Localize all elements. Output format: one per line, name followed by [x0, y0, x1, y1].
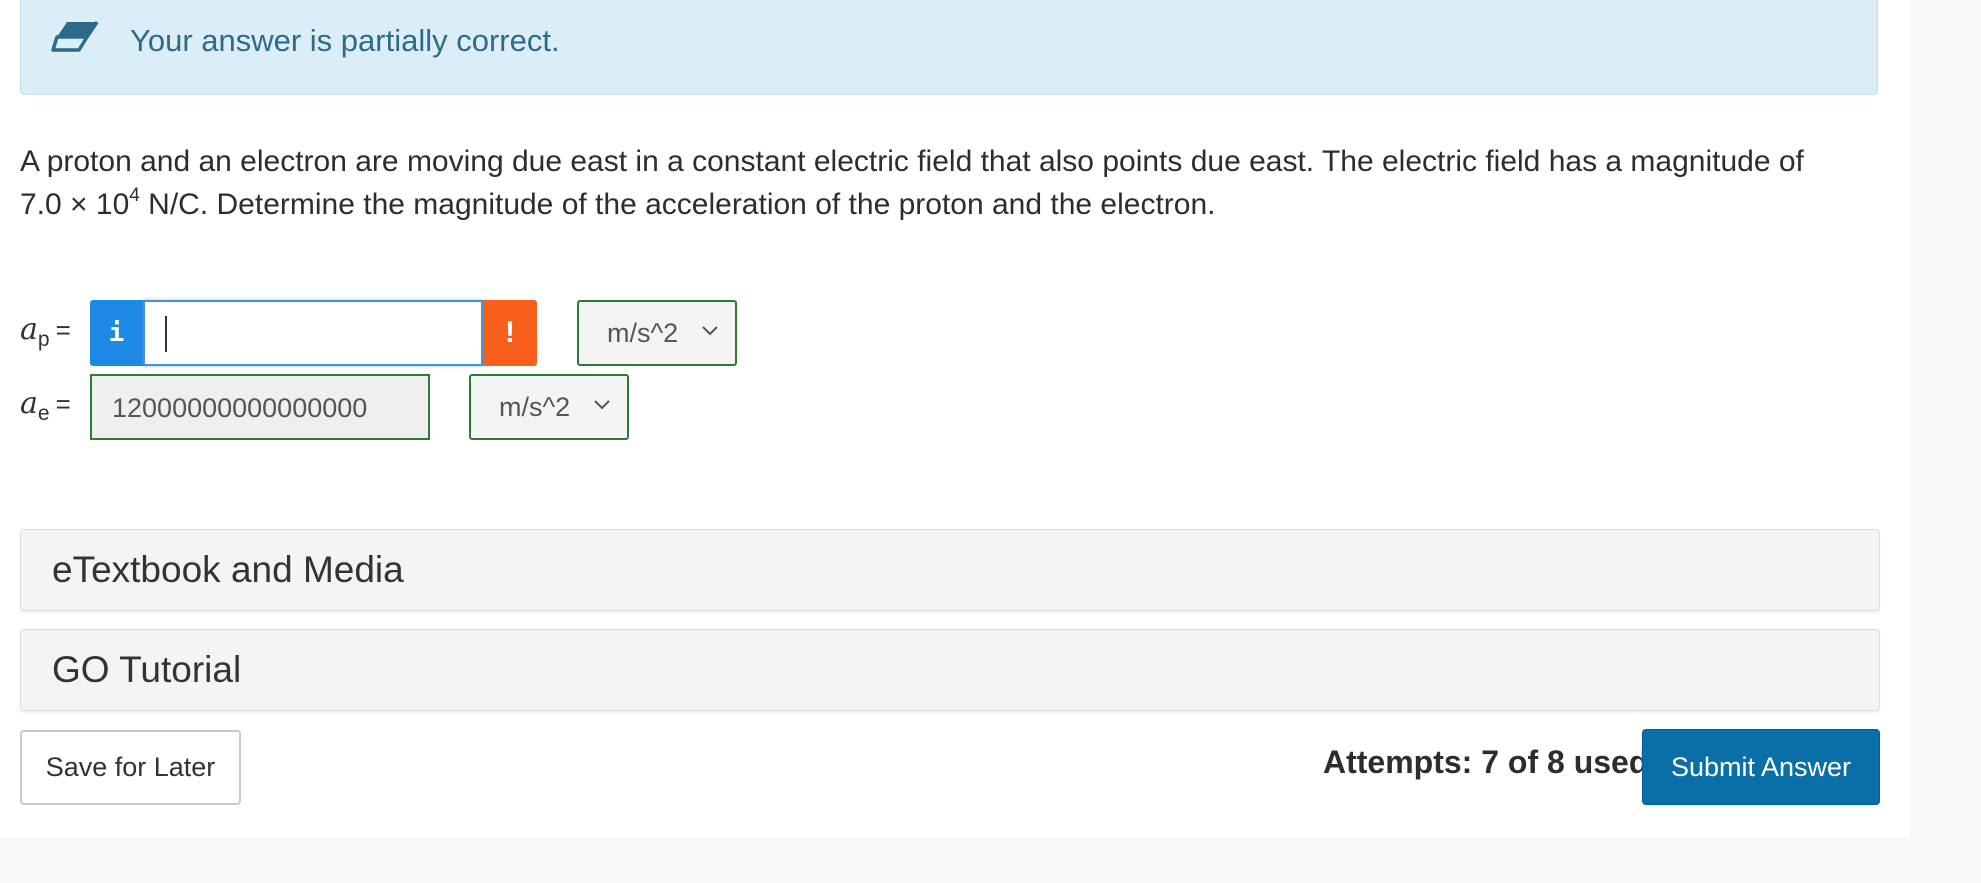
electron-unit-select[interactable]: m/s^2: [469, 374, 629, 440]
feedback-alert: Your answer is partially correct.: [20, 0, 1878, 95]
proton-var: a: [20, 312, 38, 347]
warning-button[interactable]: !: [483, 300, 537, 366]
electron-label: ae =: [20, 386, 71, 426]
proton-equals: =: [55, 315, 71, 345]
proton-sub: p: [37, 328, 50, 351]
info-button[interactable]: i: [90, 300, 143, 366]
electron-var: a: [20, 386, 38, 421]
go-tutorial-label: GO Tutorial: [52, 649, 242, 690]
etextbook-section[interactable]: eTextbook and Media: [20, 529, 1880, 611]
etextbook-label: eTextbook and Media: [52, 549, 404, 590]
chevron-down-icon: [702, 326, 718, 336]
submit-answer-button[interactable]: Submit Answer: [1642, 729, 1880, 805]
magnitude-exponent: 4: [129, 185, 140, 206]
question-part1: A proton and an electron are moving due …: [20, 145, 1804, 178]
electron-unit-value: m/s^2: [499, 392, 571, 422]
go-tutorial-section[interactable]: GO Tutorial: [20, 629, 1880, 711]
electron-equals: =: [55, 389, 71, 419]
electron-answer-input[interactable]: 12000000000000000: [90, 374, 430, 440]
proton-unit-select[interactable]: m/s^2: [577, 300, 737, 366]
proton-label: ap =: [20, 312, 71, 352]
save-for-later-button[interactable]: Save for Later: [20, 730, 241, 805]
eraser-icon: [51, 21, 99, 52]
text-cursor: [165, 316, 167, 352]
attempts-counter: Attempts: 7 of 8 used: [1323, 744, 1649, 780]
question-part2: N/C. Determine the magnitude of the acce…: [139, 188, 1216, 221]
alert-message: Your answer is partially correct.: [130, 23, 560, 58]
magnitude-base: 7.0 × 10: [20, 188, 130, 221]
page: Your answer is partially correct. A prot…: [0, 0, 1910, 838]
electron-sub: e: [37, 402, 50, 425]
proton-unit-value: m/s^2: [607, 318, 679, 348]
question-text: A proton and an electron are moving due …: [20, 140, 1900, 226]
proton-answer-input[interactable]: [143, 300, 483, 366]
electron-answer-value: 12000000000000000: [112, 393, 368, 423]
chevron-down-icon: [594, 400, 610, 410]
